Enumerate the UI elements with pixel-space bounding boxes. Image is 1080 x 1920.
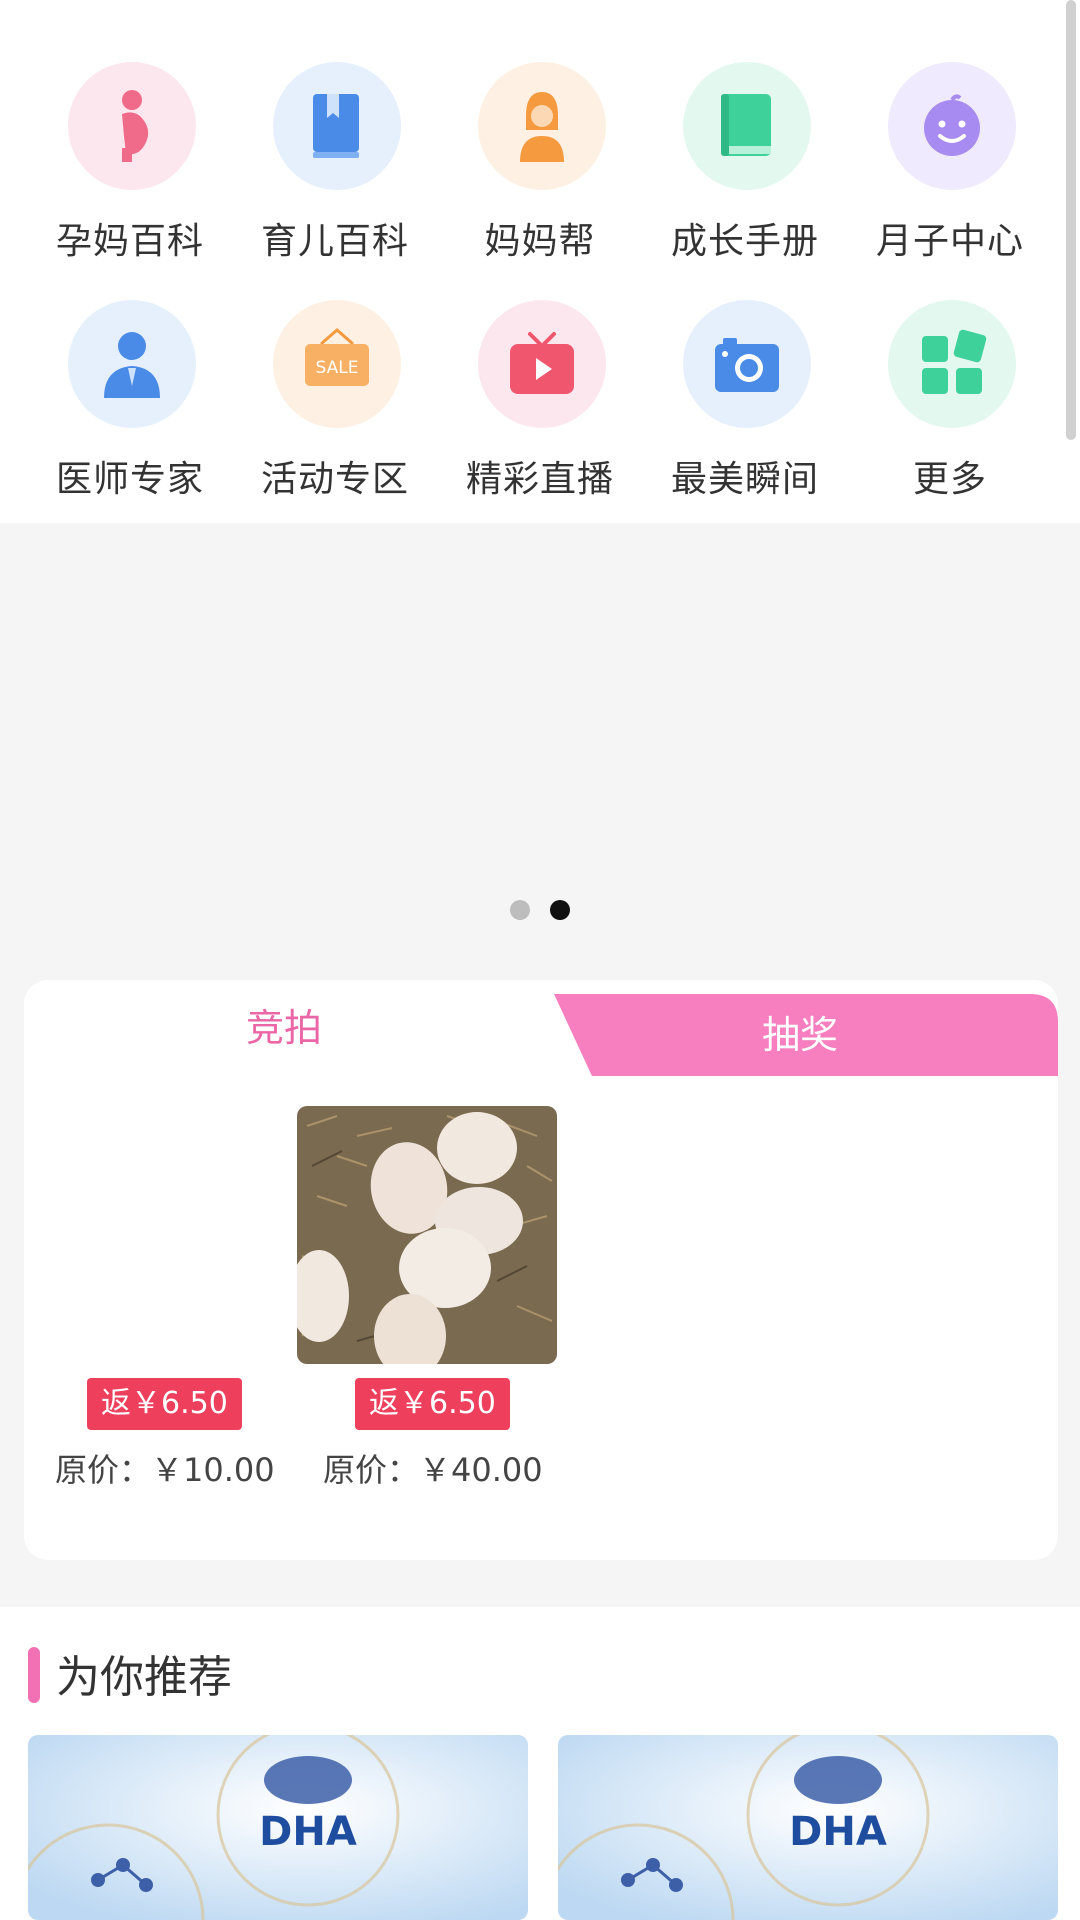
rebate-badge: 返￥6.50 [355, 1378, 510, 1430]
grid-item-more[interactable]: 更多 [848, 300, 1052, 510]
grid-item-label: 育儿百科 [260, 221, 409, 262]
carousel-dot-2-active[interactable] [550, 900, 570, 920]
sale-sign-icon: SALE [273, 300, 401, 428]
pregnant-woman-icon [68, 62, 196, 190]
grid-item-label: 精彩直播 [465, 459, 614, 500]
scrollbar[interactable] [1066, 0, 1076, 440]
grid-item-pregnancy-wiki[interactable]: 孕妈百科 [28, 62, 232, 272]
grid-item-label: 成长手册 [670, 221, 819, 262]
recommend-section: 为你推荐 DHA DHA [0, 1607, 1080, 1920]
grid-item-label: 最美瞬间 [670, 459, 819, 500]
tab-lottery-label: 抽奖 [761, 1013, 838, 1057]
grid-item-activity-zone[interactable]: SALE 活动专区 [233, 300, 437, 510]
recommend-card[interactable]: DHA [558, 1735, 1058, 1920]
dha-text: DHA [259, 1809, 357, 1855]
recommend-card[interactable]: DHA [28, 1735, 528, 1920]
doctor-icon [68, 300, 196, 428]
grid-item-label: 妈妈帮 [484, 221, 596, 262]
section-accent-bar [28, 1647, 40, 1703]
camera-icon [683, 300, 811, 428]
grid-item-growth-handbook[interactable]: 成长手册 [643, 62, 847, 272]
rebate-badge: 返￥6.50 [87, 1378, 242, 1430]
tab-auction-label: 竞拍 [245, 1006, 322, 1050]
grid-item-confinement-center[interactable]: 月子中心 [848, 62, 1052, 272]
grid-item-live-stream[interactable]: 精彩直播 [438, 300, 642, 510]
original-price: 原价：￥40.00 [323, 1451, 543, 1489]
baby-face-icon [888, 62, 1016, 190]
svg-text:SALE: SALE [316, 358, 359, 378]
grid-item-label: 更多 [912, 459, 987, 500]
original-price: 原价：￥10.00 [55, 1451, 275, 1489]
handbook-icon [683, 62, 811, 190]
grid-item-best-moments[interactable]: 最美瞬间 [643, 300, 847, 510]
grid-item-label: 孕妈百科 [55, 221, 204, 262]
tab-auction[interactable]: 竞拍 [24, 980, 564, 1076]
grid-item-label: 医师专家 [55, 459, 204, 500]
more-grid-icon [888, 300, 1016, 428]
section-title: 为你推荐 [56, 1652, 232, 1703]
book-bookmark-icon [273, 62, 401, 190]
banner-carousel[interactable] [0, 523, 1080, 953]
product-image-eggs[interactable] [297, 1106, 557, 1364]
live-tv-icon [478, 300, 606, 428]
grid-item-doctor-expert[interactable]: 医师专家 [28, 300, 232, 510]
grid-item-label: 活动专区 [260, 459, 409, 500]
dha-text: DHA [789, 1809, 887, 1855]
category-grid: 孕妈百科 育儿百科 妈妈帮 成长手册 月子中心 医师专家 SALE 活动专区 精… [0, 0, 1080, 523]
grid-item-mom-help[interactable]: 妈妈帮 [438, 62, 642, 272]
carousel-dot-1[interactable] [510, 900, 530, 920]
mother-icon [478, 62, 606, 190]
grid-item-label: 月子中心 [875, 221, 1024, 262]
grid-item-parenting-wiki[interactable]: 育儿百科 [233, 62, 437, 272]
